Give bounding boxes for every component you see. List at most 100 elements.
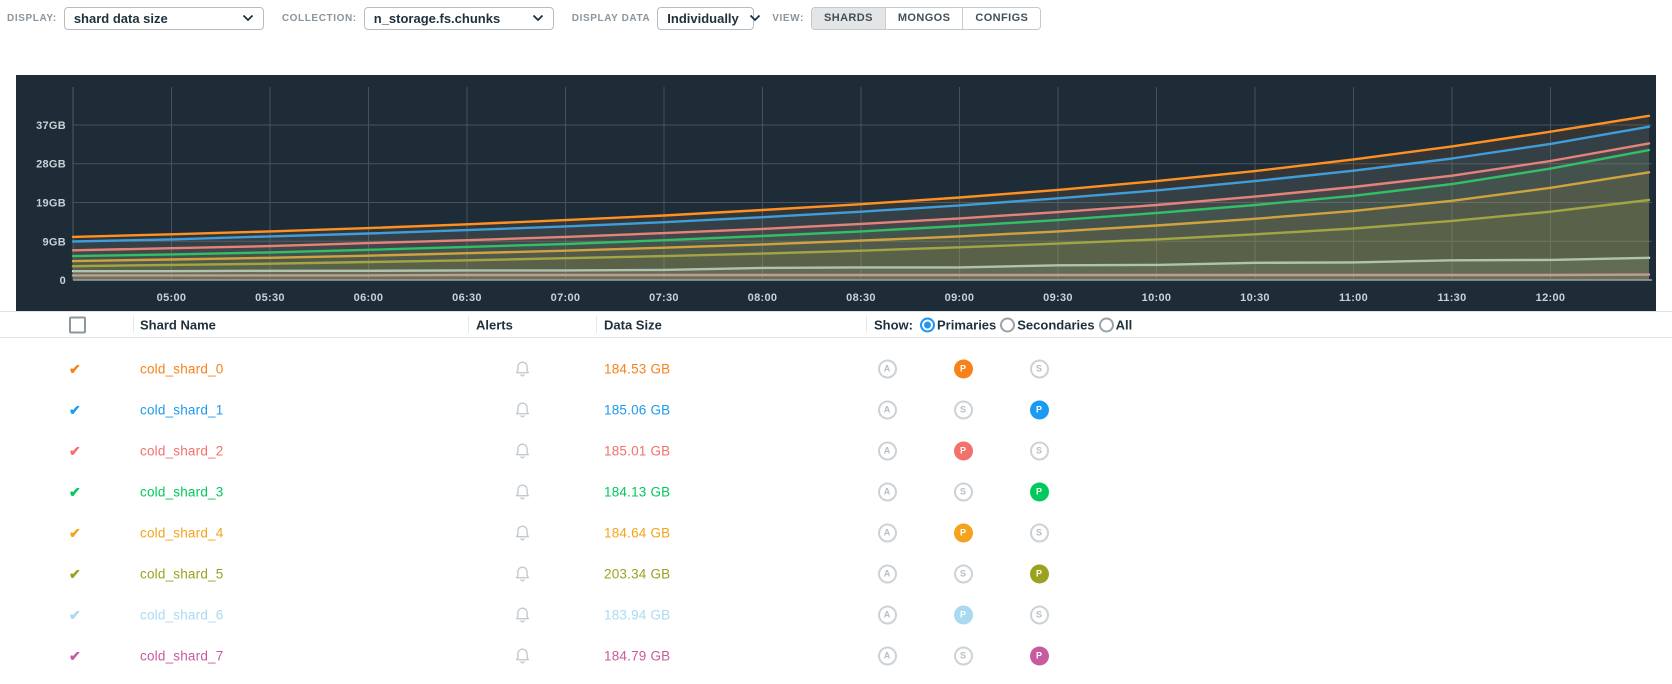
alert-bell-button[interactable] (514, 401, 531, 419)
table-row: ✔ cold_shard_1 185.06 GB A S P (0, 389, 1672, 430)
view-button-shards[interactable]: SHARDS (812, 8, 885, 29)
svg-text:09:00: 09:00 (945, 292, 975, 304)
toolbar: DISPLAY: shard data size COLLECTION: n_s… (0, 0, 1672, 31)
chevron-down-icon (749, 14, 761, 22)
row-checkbox[interactable]: ✔ (69, 444, 81, 458)
collection-select-value: n_storage.fs.chunks (374, 11, 500, 26)
svg-text:05:30: 05:30 (255, 292, 285, 304)
header-separator (468, 316, 469, 333)
radio-all[interactable] (1099, 317, 1114, 332)
table-row: ✔ cold_shard_5 203.34 GB A S P (0, 553, 1672, 594)
shard-name-label: cold_shard_2 (140, 443, 223, 458)
arbiter-badge: A (878, 564, 897, 583)
collection-label: COLLECTION: (282, 13, 357, 24)
arbiter-badge: A (878, 441, 897, 460)
table-row: ✔cold_shard_4184.64 GBAPS (0, 512, 1672, 553)
table-row: ✔cold_shard_3184.13 GBASP (0, 471, 1672, 512)
data-size-value: 184.13 GB (604, 484, 670, 499)
shard-name-label: cold_shard_5 (140, 566, 223, 581)
svg-text:05:00: 05:00 (157, 292, 187, 304)
svg-text:10:30: 10:30 (1240, 292, 1270, 304)
data-size-value: 183.94 GB (604, 607, 670, 622)
alert-bell-icon (514, 401, 531, 419)
table-row: ✔ cold_shard_0 184.53 GB A P S (0, 348, 1672, 389)
secondary-badge: S (1030, 359, 1049, 378)
primary-badge: P (954, 441, 973, 460)
secondary-badge: S (954, 400, 973, 419)
chart-svg: 05:0005:3006:0006:3007:0007:3008:0008:30… (16, 75, 1656, 311)
arbiter-badge: A (878, 482, 897, 501)
alert-bell-button[interactable] (514, 565, 531, 583)
alert-bell-button[interactable] (514, 442, 531, 460)
data-size-value: 203.34 GB (604, 566, 670, 581)
alert-bell-button[interactable] (514, 647, 531, 665)
shard-name-label: cold_shard_0 (140, 361, 223, 376)
row-checkbox[interactable]: ✔ (69, 526, 81, 540)
alert-bell-icon (514, 647, 531, 665)
radio-primaries[interactable] (920, 317, 935, 332)
select-all-checkbox[interactable] (69, 316, 86, 333)
radio-label-secondaries[interactable]: Secondaries (1017, 317, 1094, 332)
view-button-mongos[interactable]: MONGOS (885, 8, 963, 29)
shard-name-label: cold_shard_3 (140, 484, 223, 499)
radio-label-all[interactable]: All (1116, 317, 1133, 332)
alert-bell-button[interactable] (514, 483, 531, 501)
shard-table-header: Shard Name Alerts Data Size Show: Primar… (0, 311, 1672, 338)
arbiter-badge: A (878, 605, 897, 624)
arbiter-badge: A (878, 400, 897, 419)
shard-name-label: cold_shard_4 (140, 525, 223, 540)
svg-text:28GB: 28GB (36, 159, 66, 171)
row-checkbox[interactable]: ✔ (69, 485, 81, 499)
secondary-badge: S (954, 564, 973, 583)
primary-badge: P (954, 359, 973, 378)
radio-secondaries[interactable] (1000, 317, 1015, 332)
display-data-select[interactable]: Individually (657, 7, 754, 30)
primary-badge: P (1030, 400, 1049, 419)
arbiter-badge: A (878, 523, 897, 542)
display-select-value: shard data size (74, 11, 168, 26)
secondary-badge: S (1030, 605, 1049, 624)
secondary-badge: S (1030, 523, 1049, 542)
data-size-value: 184.79 GB (604, 648, 670, 663)
svg-text:11:30: 11:30 (1437, 292, 1466, 304)
table-row: ✔cold_shard_6183.94 GBAPS (0, 594, 1672, 635)
shard-data-size-chart[interactable]: 05:0005:3006:0006:3007:0007:3008:0008:30… (16, 75, 1656, 311)
row-checkbox[interactable]: ✔ (69, 362, 81, 376)
svg-text:0: 0 (60, 275, 66, 287)
display-select[interactable]: shard data size (64, 7, 264, 30)
display-data-label: DISPLAY DATA (572, 13, 651, 24)
svg-text:12:00: 12:00 (1536, 292, 1566, 304)
row-checkbox[interactable]: ✔ (69, 608, 81, 622)
primary-badge: P (954, 605, 973, 624)
alert-bell-button[interactable] (514, 606, 531, 624)
column-header-data-size: Data Size (604, 317, 662, 332)
alert-bell-icon (514, 606, 531, 624)
primary-badge: P (1030, 564, 1049, 583)
table-row: ✔cold_shard_7184.79 GBASP (0, 635, 1672, 676)
data-size-value: 185.06 GB (604, 402, 670, 417)
svg-text:11:00: 11:00 (1339, 292, 1368, 304)
alert-bell-button[interactable] (514, 524, 531, 542)
data-size-value: 184.53 GB (604, 361, 670, 376)
collection-select[interactable]: n_storage.fs.chunks (364, 7, 554, 30)
shard-table-body: ✔ cold_shard_0 184.53 GB A P S ✔ cold_shard_1 18… (0, 348, 1672, 676)
table-row: ✔cold_shard_2185.01 GBAPS (0, 430, 1672, 471)
alert-bell-button[interactable] (514, 360, 531, 378)
row-checkbox[interactable]: ✔ (69, 567, 81, 581)
svg-text:10:00: 10:00 (1142, 292, 1172, 304)
svg-text:07:00: 07:00 (551, 292, 581, 304)
secondary-badge: S (954, 646, 973, 665)
alert-bell-icon (514, 565, 531, 583)
arbiter-badge: A (878, 359, 897, 378)
svg-text:37GB: 37GB (36, 120, 66, 132)
row-checkbox[interactable]: ✔ (69, 649, 81, 663)
view-button-configs[interactable]: CONFIGS (962, 8, 1040, 29)
svg-text:06:00: 06:00 (354, 292, 384, 304)
shard-name-label: cold_shard_1 (140, 402, 223, 417)
row-checkbox[interactable]: ✔ (69, 403, 81, 417)
column-header-alerts: Alerts (476, 317, 513, 332)
secondary-badge: S (954, 482, 973, 501)
arbiter-badge: A (878, 646, 897, 665)
radio-label-primaries[interactable]: Primaries (937, 317, 996, 332)
display-label: DISPLAY: (7, 13, 57, 24)
